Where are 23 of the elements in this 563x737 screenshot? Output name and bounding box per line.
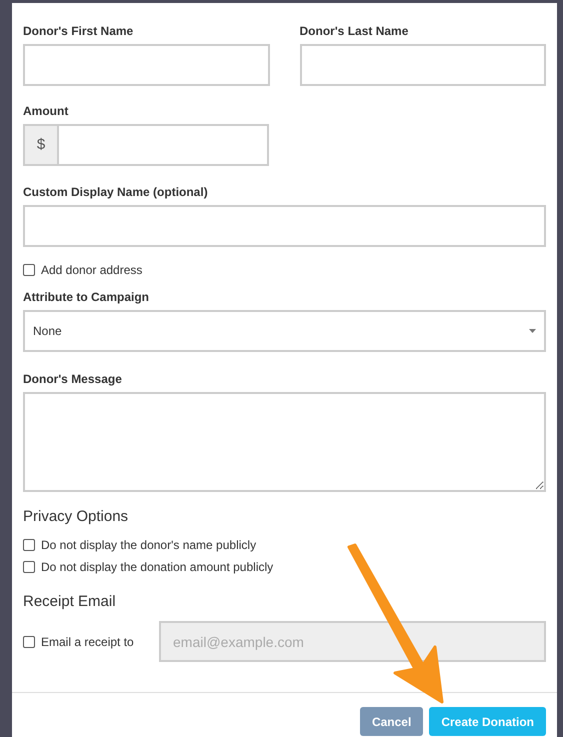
text-field[interactable] xyxy=(300,44,546,86)
caret-icon xyxy=(529,329,536,333)
checkbox[interactable] xyxy=(23,561,35,573)
field-label: Custom Display Name (optional) xyxy=(23,185,209,199)
checkbox-label: Do not display the donation amount publicly xyxy=(41,560,274,574)
field-label: Attribute to Campaign xyxy=(23,290,150,304)
campaign-select[interactable]: None xyxy=(23,310,546,352)
text-field[interactable] xyxy=(23,44,270,86)
checkbox-label: Email a receipt to xyxy=(41,634,135,648)
checkbox-label: Do not display the donor's name publicly xyxy=(41,538,256,552)
field-label: Donor's Message xyxy=(23,372,123,386)
checkbox[interactable] xyxy=(23,539,35,551)
currency-prefix: $ xyxy=(25,126,59,164)
section-heading: Receipt Email xyxy=(23,593,117,611)
field-label: Donor's First Name xyxy=(23,24,134,38)
checkbox[interactable] xyxy=(23,264,35,276)
section-heading: Privacy Options xyxy=(23,508,130,526)
text-field[interactable] xyxy=(23,205,546,247)
amount-field[interactable]: $ xyxy=(23,124,269,166)
checkbox-label: Add donor address xyxy=(41,263,142,277)
field-label: Amount xyxy=(23,104,70,118)
message-field[interactable] xyxy=(23,392,546,492)
field-label: Donor's Last Name xyxy=(300,24,410,38)
